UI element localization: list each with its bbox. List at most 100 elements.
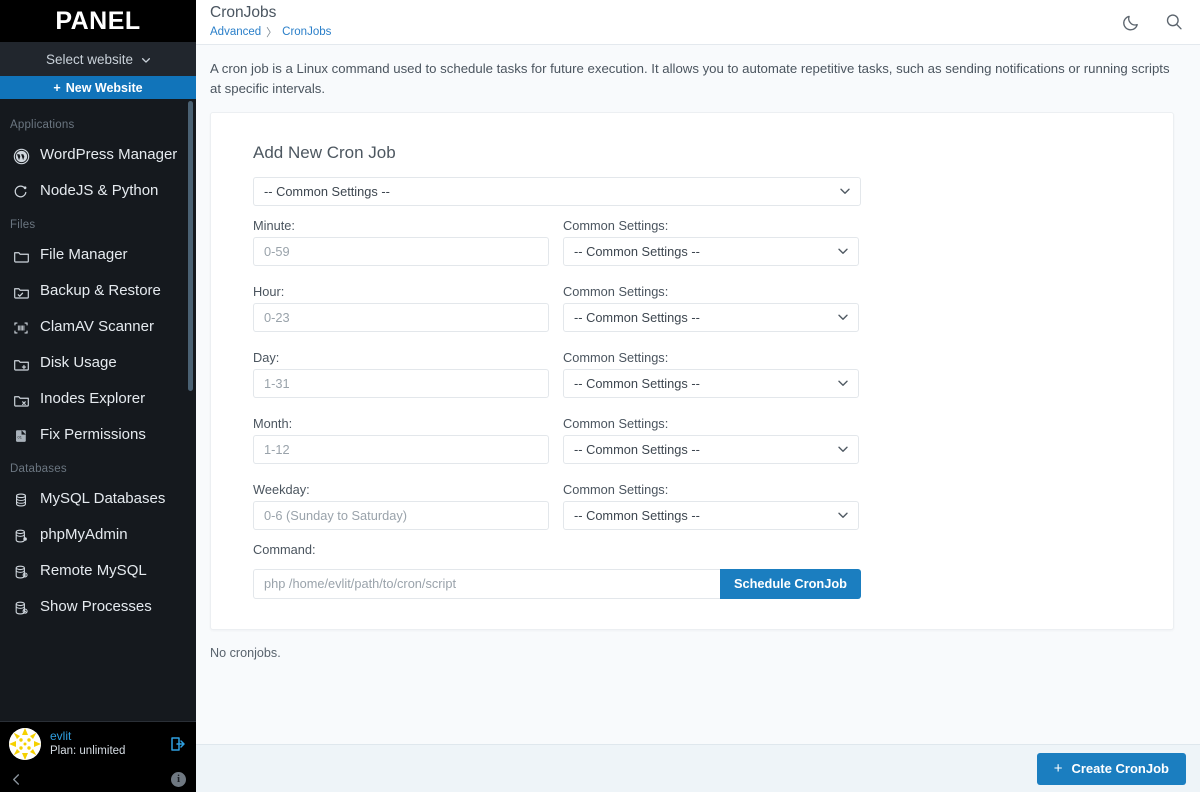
app-root: PANEL Select website + New Website Appli…: [0, 0, 1200, 792]
sidebar-item-fix-permissions[interactable]: 01 Fix Permissions: [0, 417, 196, 453]
hour-col: Hour:: [253, 272, 549, 332]
folder-x-icon: [12, 391, 30, 409]
field-row-hour: Hour: Common Settings: -- Common Setting…: [253, 272, 869, 332]
month-input[interactable]: [253, 434, 549, 464]
database-icon: [12, 491, 30, 509]
field-row-day: Day: Common Settings: -- Common Settings…: [253, 338, 869, 398]
cronjobs-empty-text: No cronjobs.: [210, 645, 281, 660]
sidebar: PANEL Select website + New Website Appli…: [0, 0, 196, 792]
schedule-cronjob-button[interactable]: Schedule CronJob: [719, 568, 861, 599]
month-common-select[interactable]: -- Common Settings --: [563, 434, 859, 464]
minute-input[interactable]: [253, 236, 549, 266]
chevron-down-icon: [837, 245, 849, 257]
weekday-common-select[interactable]: -- Common Settings --: [563, 500, 859, 530]
sidebar-item-label: Backup & Restore: [40, 282, 161, 299]
command-input[interactable]: [253, 568, 720, 599]
create-cronjob-label: Create CronJob: [1071, 761, 1169, 776]
month-common-label: Common Settings:: [563, 415, 669, 431]
sidebar-item-clamav-scanner[interactable]: ClamAV Scanner: [0, 309, 196, 345]
logout-icon[interactable]: [169, 735, 187, 753]
weekday-common-label: Common Settings:: [563, 481, 669, 497]
common-settings-select-top[interactable]: -- Common Settings --: [253, 176, 861, 206]
sidebar-item-label: Inodes Explorer: [40, 390, 146, 407]
common-settings-select-top-value: -- Common Settings --: [264, 183, 390, 199]
intro-text: A cron job is a Linux command used to sc…: [196, 45, 1200, 112]
website-selector[interactable]: Select website: [0, 42, 196, 76]
main-area: CronJobs Advanced 〉 CronJobs A cron job …: [196, 0, 1200, 792]
weekday-input[interactable]: [253, 500, 549, 530]
sidebar-item-label: phpMyAdmin: [40, 526, 128, 543]
new-website-label: New Website: [65, 80, 143, 95]
chevron-down-icon: [837, 311, 849, 323]
day-common-label: Common Settings:: [563, 349, 669, 365]
chevron-down-icon: [141, 53, 151, 63]
sidebar-footer: i: [0, 766, 196, 792]
user-name: evlit: [50, 729, 72, 744]
sidebar-item-nodejs-python[interactable]: NodeJS & Python: [0, 173, 196, 209]
folder-check-icon: [12, 283, 30, 301]
sidebar-item-label: NodeJS & Python: [40, 182, 159, 199]
sidebar-item-remote-mysql[interactable]: Remote MySQL: [0, 553, 196, 589]
sidebar-section-applications: Applications: [10, 119, 75, 131]
topbar-left: CronJobs Advanced 〉 CronJobs: [210, 4, 1122, 40]
user-account-box[interactable]: evlit Plan: unlimited: [0, 721, 196, 766]
command-row: Schedule CronJob: [253, 568, 861, 599]
sidebar-item-show-processes[interactable]: Show Processes: [0, 589, 196, 625]
create-cronjob-button[interactable]: + Create CronJob: [1036, 752, 1186, 785]
sidebar-item-label: WordPress Manager: [40, 146, 178, 163]
bottom-action-bar: + Create CronJob: [196, 744, 1200, 792]
top-common-settings-wrap: -- Common Settings --: [253, 176, 861, 206]
hour-common-label: Common Settings:: [563, 283, 669, 299]
minute-common-select-value: -- Common Settings --: [574, 243, 700, 259]
day-common-select[interactable]: -- Common Settings --: [563, 368, 859, 398]
day-common-col: Common Settings: -- Common Settings --: [563, 338, 859, 398]
sidebar-item-disk-usage[interactable]: Disk Usage: [0, 345, 196, 381]
website-selector-label: Select website: [45, 51, 134, 67]
sidebar-item-label: File Manager: [40, 246, 128, 263]
info-icon[interactable]: i: [171, 771, 186, 787]
breadcrumb-separator: 〉: [266, 26, 278, 39]
content-scroll: Add New Cron Job -- Common Settings -- M: [196, 111, 1200, 744]
sidebar-item-inodes-explorer[interactable]: Inodes Explorer: [0, 381, 196, 417]
database-info-icon: [12, 563, 30, 581]
collapse-sidebar-icon[interactable]: [10, 773, 23, 786]
sidebar-scrollbar[interactable]: [188, 101, 193, 391]
chevron-down-icon: [839, 185, 851, 197]
plus-icon: +: [1053, 760, 1063, 777]
sidebar-item-label: Fix Permissions: [40, 426, 146, 443]
minute-common-select[interactable]: -- Common Settings --: [563, 236, 859, 266]
database-block-icon: [12, 599, 30, 617]
user-meta: evlit Plan: unlimited: [50, 729, 160, 758]
sidebar-item-phpmyadmin[interactable]: phpMyAdmin: [0, 517, 196, 553]
month-col: Month:: [253, 404, 549, 464]
weekday-common-col: Common Settings: -- Common Settings --: [563, 470, 859, 530]
sidebar-item-mysql-databases[interactable]: MySQL Databases: [0, 481, 196, 517]
brand-logo[interactable]: PANEL: [0, 0, 196, 42]
hour-label: Hour:: [253, 283, 285, 299]
sidebar-item-wordpress-manager[interactable]: WordPress Manager: [0, 137, 196, 173]
folder-icon: [12, 247, 30, 265]
hour-common-select-value: -- Common Settings --: [574, 309, 700, 325]
minute-col: Minute:: [253, 206, 549, 266]
plus-icon: +: [53, 80, 61, 95]
svg-text:01: 01: [18, 434, 22, 439]
hour-common-select[interactable]: -- Common Settings --: [563, 302, 859, 332]
chevron-down-icon: [837, 443, 849, 455]
card-heading: Add New Cron Job: [253, 142, 396, 162]
moon-icon[interactable]: [1122, 12, 1142, 32]
sidebar-section-databases: Databases: [10, 463, 67, 475]
search-icon[interactable]: [1164, 12, 1184, 32]
brand-text: PANEL: [55, 6, 141, 35]
hour-input[interactable]: [253, 302, 549, 332]
breadcrumb-item-cronjobs[interactable]: CronJobs: [282, 26, 331, 38]
day-input[interactable]: [253, 368, 549, 398]
minute-label: Minute:: [253, 217, 295, 233]
sidebar-item-backup-restore[interactable]: Backup & Restore: [0, 273, 196, 309]
scan-icon: [12, 319, 30, 337]
wordpress-icon: [12, 147, 30, 165]
new-website-button[interactable]: + New Website: [0, 76, 196, 99]
day-col: Day:: [253, 338, 549, 398]
topbar-actions: [1122, 12, 1184, 32]
sidebar-item-file-manager[interactable]: File Manager: [0, 237, 196, 273]
breadcrumb-item-advanced[interactable]: Advanced: [210, 26, 261, 38]
